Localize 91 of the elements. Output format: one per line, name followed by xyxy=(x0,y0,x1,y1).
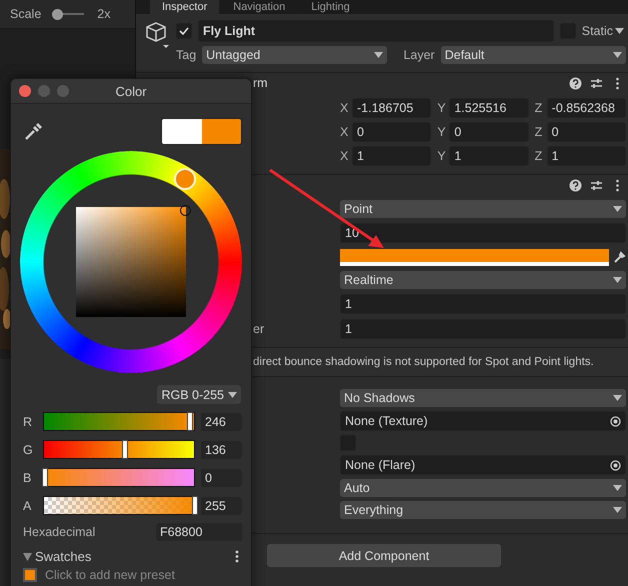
component-title: rm xyxy=(253,76,268,90)
window-title: Color xyxy=(115,84,147,98)
axis-label: Z xyxy=(534,149,544,163)
channel-label: G xyxy=(23,442,34,456)
input-field[interactable]: 1 xyxy=(340,294,626,314)
number-field[interactable]: 1 xyxy=(352,146,432,166)
hex-label: Hexadecimal xyxy=(23,525,96,539)
number-field[interactable]: 0 xyxy=(449,122,529,142)
dropdown[interactable]: Untagged xyxy=(202,46,388,64)
object-field[interactable]: None (Texture) xyxy=(340,411,626,431)
channel-value-field[interactable]: 246 xyxy=(201,412,242,430)
help-icon[interactable] xyxy=(569,178,582,192)
tag-label: Tag xyxy=(176,48,196,62)
input-field[interactable]: 1 xyxy=(340,319,626,339)
name-field[interactable]: Fly Light xyxy=(198,20,554,42)
help-icon[interactable] xyxy=(569,76,582,90)
axis-label: X xyxy=(340,149,349,163)
foldout-icon[interactable] xyxy=(23,552,32,560)
channel-value-field[interactable]: 0 xyxy=(201,468,242,486)
number-field[interactable]: -0.8562368 xyxy=(546,98,626,118)
color-handle[interactable] xyxy=(180,204,191,216)
add-preset-hint[interactable]: Click to add new preset xyxy=(45,568,175,582)
number-field[interactable]: -1.186705 xyxy=(352,98,432,118)
settings-sliders-icon[interactable] xyxy=(590,178,603,192)
caret-icon xyxy=(613,485,622,491)
color-field[interactable] xyxy=(340,248,609,266)
layer-label: Layer xyxy=(403,48,435,62)
caret-icon xyxy=(374,52,384,58)
eyedropper-icon[interactable] xyxy=(23,122,43,142)
swatches-title: Swatches xyxy=(35,549,92,564)
panel-tab[interactable]: Inspector xyxy=(150,0,220,14)
field-label: er xyxy=(253,322,264,336)
caret-icon xyxy=(613,52,622,58)
slider-handle[interactable] xyxy=(192,496,198,515)
channel-label: A xyxy=(23,498,32,512)
channel-slider[interactable] xyxy=(43,496,195,515)
caret-icon xyxy=(613,395,622,401)
axis-label: Y xyxy=(437,149,446,163)
number-field[interactable]: 1 xyxy=(449,146,529,166)
dropdown[interactable]: Point xyxy=(340,200,626,218)
slider-handle[interactable] xyxy=(122,440,128,459)
slider-thumb[interactable] xyxy=(52,8,64,20)
axis-label: Y xyxy=(437,101,446,115)
dropdown[interactable]: Default xyxy=(440,46,626,64)
more-icon[interactable] xyxy=(235,550,239,563)
channel-slider[interactable] xyxy=(43,468,195,487)
axis-label: Y xyxy=(437,125,446,139)
caret-icon xyxy=(613,277,622,283)
slider-handle[interactable] xyxy=(186,412,193,431)
dropdown[interactable]: Everything xyxy=(340,501,626,519)
enabled-checkbox[interactable] xyxy=(176,23,192,39)
channel-label: B xyxy=(23,470,32,484)
channel-value-field[interactable]: 255 xyxy=(201,496,242,514)
number-field[interactable]: 1 xyxy=(546,146,626,166)
panel-tab[interactable]: Navigation xyxy=(221,0,298,14)
eyedropper-icon[interactable] xyxy=(613,250,626,264)
target-icon[interactable] xyxy=(610,416,621,426)
target-icon[interactable] xyxy=(610,460,621,470)
number-field[interactable]: 0 xyxy=(352,122,432,142)
axis-label: Z xyxy=(534,125,544,139)
channel-value-field[interactable]: 136 xyxy=(201,440,242,458)
caret-icon xyxy=(615,28,624,34)
slider-handle[interactable] xyxy=(42,468,48,487)
object-field[interactable]: None (Flare) xyxy=(340,455,626,475)
close-button[interactable] xyxy=(19,85,31,97)
channel-label: R xyxy=(23,414,34,428)
panel-tab[interactable]: Lighting xyxy=(299,0,362,14)
scale-label: Scale xyxy=(10,7,42,21)
hex-field[interactable]: F68800 xyxy=(156,523,242,541)
dropdown[interactable]: Realtime xyxy=(340,271,626,289)
channel-slider[interactable] xyxy=(43,412,195,431)
preset-swatch[interactable] xyxy=(23,568,37,582)
dropdown[interactable]: No Shadows xyxy=(340,389,626,407)
add-component-button[interactable]: Add Component xyxy=(267,544,501,567)
axis-label: X xyxy=(340,101,349,115)
axis-label: X xyxy=(340,125,349,139)
number-field[interactable]: 1.525516 xyxy=(449,98,529,118)
settings-sliders-icon[interactable] xyxy=(590,76,603,90)
caret-icon xyxy=(228,392,237,398)
mode-dropdown[interactable]: RGB 0-255 xyxy=(157,385,241,404)
dropdown[interactable]: Auto xyxy=(340,479,626,497)
number-field[interactable]: 0 xyxy=(546,122,626,142)
channel-slider[interactable] xyxy=(43,440,195,459)
saturation-value-square[interactable] xyxy=(76,207,186,317)
axis-label: Z xyxy=(534,101,544,115)
cube-icon[interactable] xyxy=(144,20,170,50)
check-icon xyxy=(179,26,189,36)
caret-icon xyxy=(613,507,622,513)
scale-value: 2x xyxy=(97,7,110,21)
caret-icon xyxy=(613,206,622,212)
static-dropdown[interactable]: Static xyxy=(582,24,626,38)
